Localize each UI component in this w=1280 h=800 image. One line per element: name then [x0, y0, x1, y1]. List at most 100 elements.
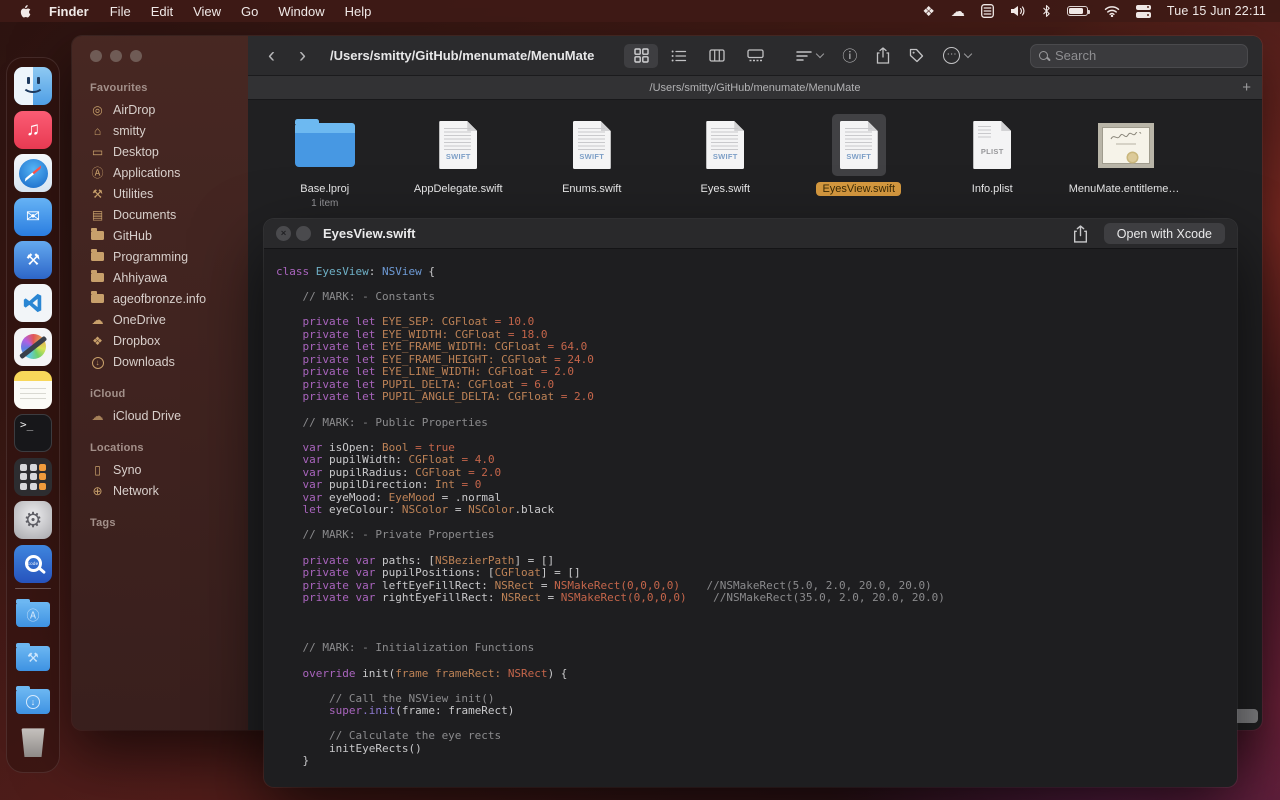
magnifier-icon: code	[25, 555, 42, 572]
safari-dock-icon[interactable]	[14, 154, 52, 192]
trash-dock-icon[interactable]	[14, 724, 52, 762]
onedrive-icon[interactable]: ☁	[951, 3, 965, 20]
folder-icon	[91, 273, 104, 282]
istat-menus-icon[interactable]	[981, 4, 994, 18]
code-line	[276, 617, 1229, 630]
desktop: { "menu_bar": { "active_app": "Finder", …	[0, 0, 1280, 800]
preview-dock-icon[interactable]	[14, 328, 52, 366]
battery-icon[interactable]	[1067, 6, 1088, 16]
close-button[interactable]	[90, 50, 102, 62]
volume-icon[interactable]	[1010, 5, 1026, 17]
applications-folder-dock-icon[interactable]: Ⓐ	[14, 594, 52, 632]
sidebar-section-icloud: iCloud ☁iCloud Drive	[86, 388, 236, 426]
sidebar-item-label: Documents	[113, 208, 176, 222]
open-with-xcode-button[interactable]: Open with Xcode	[1104, 223, 1225, 244]
terminal-dock-icon[interactable]: >_	[14, 414, 52, 452]
folder-icon	[91, 294, 104, 303]
menu-help[interactable]: Help	[335, 4, 382, 19]
sidebar-item-desktop[interactable]: ▭Desktop	[86, 141, 236, 162]
folder-icon	[90, 272, 105, 284]
file-eyesview-swift[interactable]: SWIFT EyesView.swift	[792, 114, 926, 209]
text-lines	[444, 128, 471, 150]
icon-view-button[interactable]	[624, 44, 658, 68]
menu-edit[interactable]: Edit	[141, 4, 183, 19]
gallery-view-button[interactable]	[738, 44, 772, 68]
sidebar-item-utilities[interactable]: ⚒Utilities	[86, 183, 236, 204]
group-by-button[interactable]	[796, 50, 823, 62]
sidebar-item-network[interactable]: ⊕Network	[86, 480, 236, 501]
wifi-icon[interactable]	[1104, 5, 1120, 17]
xcode-dock-icon[interactable]: ⚒	[14, 241, 52, 279]
menu-bar-clock[interactable]: Tue 15 Jun 22:11	[1167, 4, 1266, 18]
column-view-button[interactable]	[700, 44, 734, 68]
file-appdelegate-swift[interactable]: SWIFT AppDelegate.swift	[392, 114, 526, 209]
sidebar-item-programming[interactable]: Programming	[86, 246, 236, 267]
sidebar-item-documents[interactable]: ▤Documents	[86, 204, 236, 225]
quicklook-fullscreen-button[interactable]	[296, 226, 311, 241]
file-base-lproj[interactable]: Base.lproj1 item	[258, 114, 392, 209]
quicklook-share-button[interactable]	[1073, 225, 1088, 243]
file-eyes-swift[interactable]: SWIFTEyes.swift	[659, 114, 793, 209]
sidebar-section-locations: Locations▯Syno⊕Network	[86, 442, 236, 501]
calculator-dock-icon[interactable]	[14, 458, 52, 496]
bluetooth-icon[interactable]	[1042, 4, 1051, 18]
notes-dock-icon[interactable]	[14, 371, 52, 409]
stacked-drives-icon[interactable]	[1136, 5, 1151, 18]
code-line: override init(frame frameRect: NSRect) {	[276, 668, 1229, 681]
sidebar-item-icloud-drive[interactable]: ☁iCloud Drive	[86, 405, 236, 426]
tag-button[interactable]	[909, 48, 924, 63]
back-button[interactable]: ‹	[268, 45, 275, 66]
sidebar-item-downloads[interactable]: ↓Downloads	[86, 351, 236, 372]
sidebar-item-syno[interactable]: ▯Syno	[86, 459, 236, 480]
menu-go[interactable]: Go	[231, 4, 268, 19]
menu-finder[interactable]: Finder	[38, 4, 100, 19]
add-tab-button[interactable]: +	[1242, 76, 1251, 99]
sidebar-item-onedrive[interactable]: ☁OneDrive	[86, 309, 236, 330]
list-view-button[interactable]	[662, 44, 696, 68]
search-input[interactable]	[1055, 48, 1239, 63]
sidebar-header-icloud: iCloud	[90, 388, 236, 400]
sidebar-item-dropbox[interactable]: ❖Dropbox	[86, 330, 236, 351]
zoom-button[interactable]	[130, 50, 142, 62]
sidebar-item-ahhiyawa[interactable]: Ahhiyawa	[86, 267, 236, 288]
file-menumate-entitlements[interactable]: MenuMate.entitlements	[1059, 114, 1193, 209]
file-icon-plate: SWIFT	[565, 114, 619, 176]
music-dock-icon[interactable]: ♫	[14, 111, 52, 149]
menu-window[interactable]: Window	[268, 4, 334, 19]
utilities-folder-dock-icon[interactable]: ⚒	[14, 638, 52, 676]
downloads-folder-dock-icon[interactable]: ↓	[14, 681, 52, 719]
sidebar-item-ageofbronze-info[interactable]: ageofbronze.info	[86, 288, 236, 309]
minimize-button[interactable]	[110, 50, 122, 62]
mail-dock-icon[interactable]: ✉	[14, 198, 52, 236]
file-info-plist[interactable]: PLISTInfo.plist	[926, 114, 1060, 209]
file-name: AppDelegate.swift	[408, 182, 509, 196]
sidebar-item-label: Desktop	[113, 145, 159, 159]
quicklook-close-button[interactable]: ×	[276, 226, 291, 241]
sidebar-item-airdrop[interactable]: ◎AirDrop	[86, 99, 236, 120]
swift-document-icon: SWIFT	[840, 121, 878, 169]
file-enums-swift[interactable]: SWIFTEnums.swift	[525, 114, 659, 209]
more-actions-button[interactable]: ⋯	[943, 47, 971, 64]
sidebar-item-github[interactable]: GitHub	[86, 225, 236, 246]
vscode-dock-icon[interactable]	[14, 284, 52, 322]
share-button[interactable]	[876, 47, 890, 64]
file-icon-plate: SWIFT	[832, 114, 886, 176]
get-info-button[interactable]: ⓘ	[842, 45, 857, 66]
sidebar-item-smitty[interactable]: ⌂smitty	[86, 120, 236, 141]
menu-file[interactable]: File	[100, 4, 141, 19]
tab-path[interactable]: /Users/smitty/GitHub/menumate/MenuMate	[650, 82, 861, 94]
file-icon-plate: SWIFT	[431, 114, 485, 176]
dropbox-icon[interactable]: ❖	[922, 3, 935, 20]
search-field[interactable]	[1030, 44, 1248, 68]
apple-logo-icon[interactable]	[12, 4, 38, 19]
file-name: EyesView.swift	[816, 182, 901, 196]
code-search-dock-icon[interactable]: code	[14, 545, 52, 583]
system-preferences-dock-icon[interactable]: ⚙	[14, 501, 52, 539]
forward-button[interactable]: ›	[299, 45, 306, 66]
sidebar-item-applications[interactable]: ⒶApplications	[86, 162, 236, 183]
certificate-icon	[1098, 123, 1154, 168]
menu-view[interactable]: View	[183, 4, 231, 19]
menu-bar-status: ❖ ☁ Tue 15 Jun 22:11	[922, 3, 1280, 20]
file-icon-plate	[1090, 114, 1162, 176]
finder-dock-icon[interactable]	[14, 67, 52, 105]
